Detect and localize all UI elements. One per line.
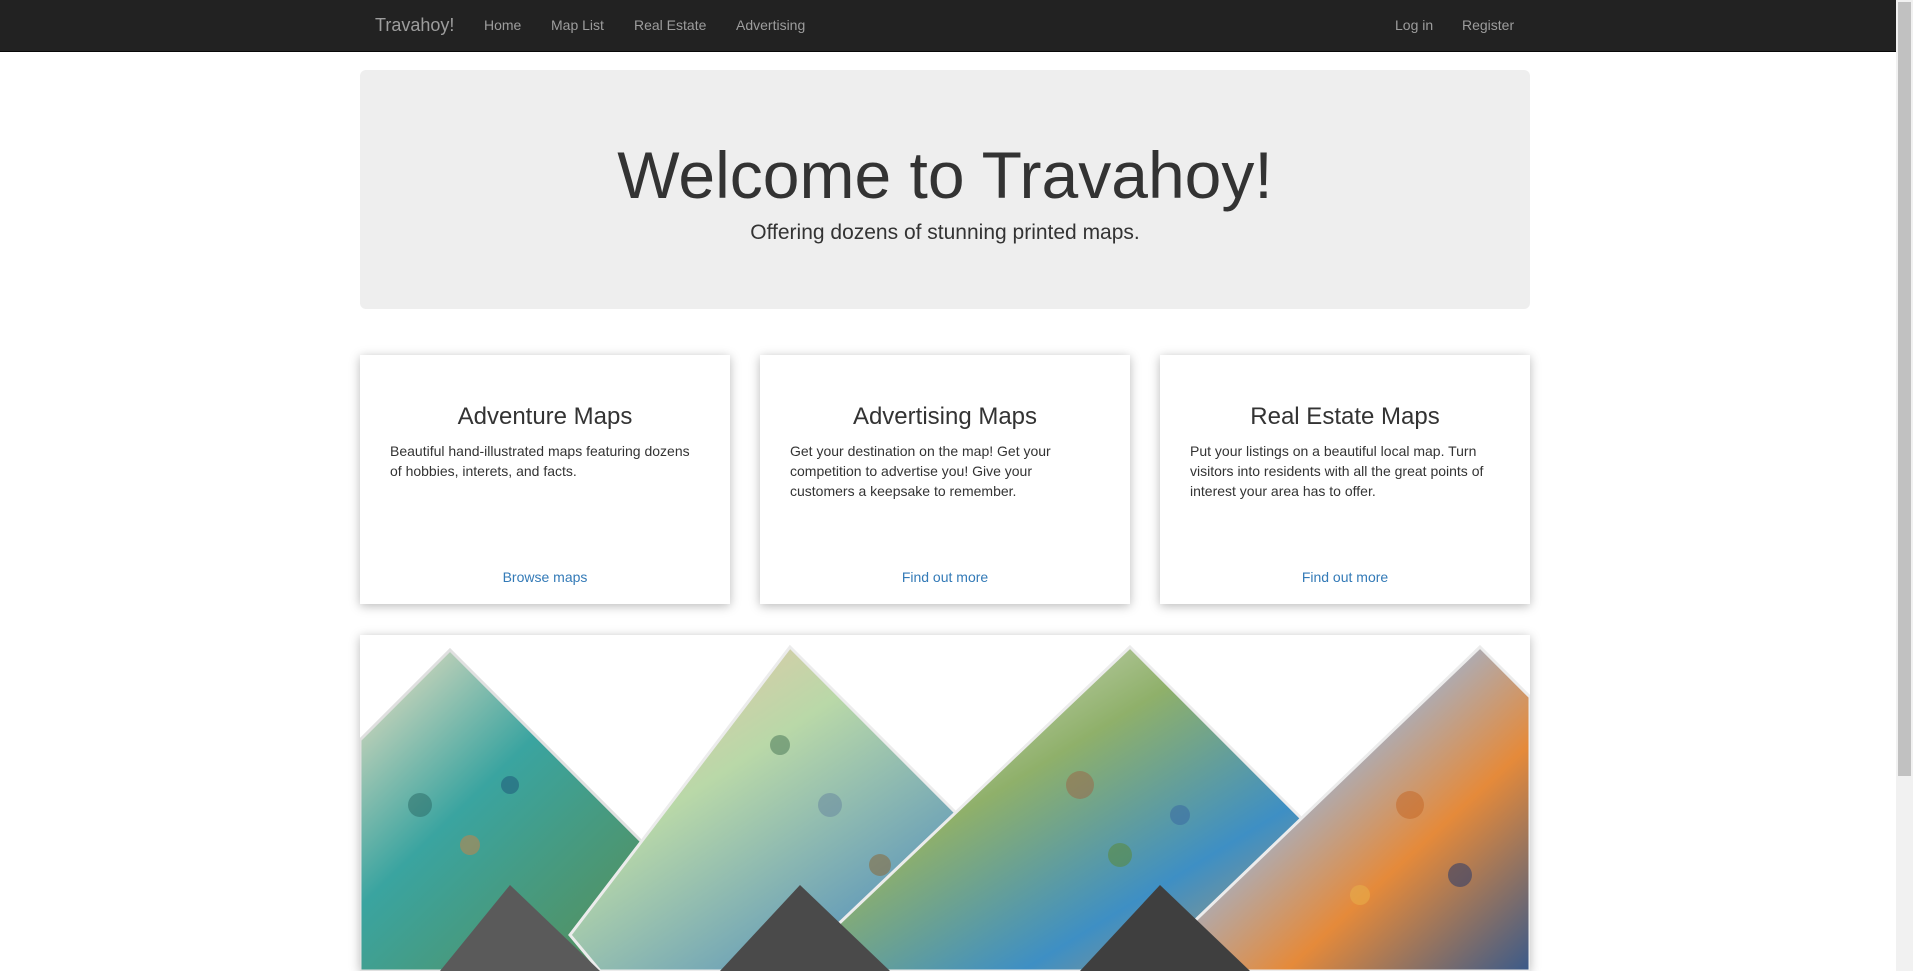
card-title: Adventure Maps: [457, 403, 633, 430]
welcome-banner: Welcome to Travahoy! Offering dozens of …: [360, 70, 1530, 309]
map-collage-image: [360, 635, 1530, 971]
nav-map-list-link[interactable]: Map List: [551, 16, 604, 34]
scrollbar-thumb[interactable]: [1898, 2, 1911, 776]
welcome-subtitle: Offering dozens of stunning printed maps…: [750, 221, 1140, 244]
brand-link[interactable]: Travahoy!: [375, 15, 454, 35]
nav-real-estate-link[interactable]: Real Estate: [634, 16, 706, 34]
navbar-container: Travahoy! Home Map List Real Estate Adve…: [360, 0, 1530, 51]
card-text: Beautiful hand-illustrated maps featurin…: [390, 443, 690, 479]
card-text: Put your listings on a beautiful local m…: [1190, 443, 1484, 499]
register-link[interactable]: Register: [1462, 16, 1514, 34]
welcome-title: Welcome to Travahoy!: [617, 138, 1273, 212]
nav-home-link[interactable]: Home: [484, 16, 521, 34]
advertising-find-out-more-link[interactable]: Find out more: [760, 567, 1130, 587]
card-adventure-maps: Adventure Maps Beautiful hand-illustrate…: [360, 355, 730, 604]
card-real-estate-maps: Real Estate Maps Put your listings on a …: [1160, 355, 1530, 604]
card-title: Advertising Maps: [852, 403, 1038, 430]
card-advertising-maps: Advertising Maps Get your destination on…: [760, 355, 1130, 604]
card-text: Get your destination on the map! Get you…: [790, 443, 1051, 499]
real-estate-find-out-more-link[interactable]: Find out more: [1160, 567, 1530, 587]
login-link[interactable]: Log in: [1395, 16, 1433, 34]
browse-maps-link[interactable]: Browse maps: [360, 567, 730, 587]
top-navbar: Travahoy! Home Map List Real Estate Adve…: [0, 0, 1913, 52]
nav-advertising-link[interactable]: Advertising: [736, 16, 805, 34]
page-scrollbar[interactable]: [1896, 0, 1913, 971]
map-collage-graphic: [360, 644, 1530, 971]
card-title: Real Estate Maps: [1250, 403, 1440, 430]
